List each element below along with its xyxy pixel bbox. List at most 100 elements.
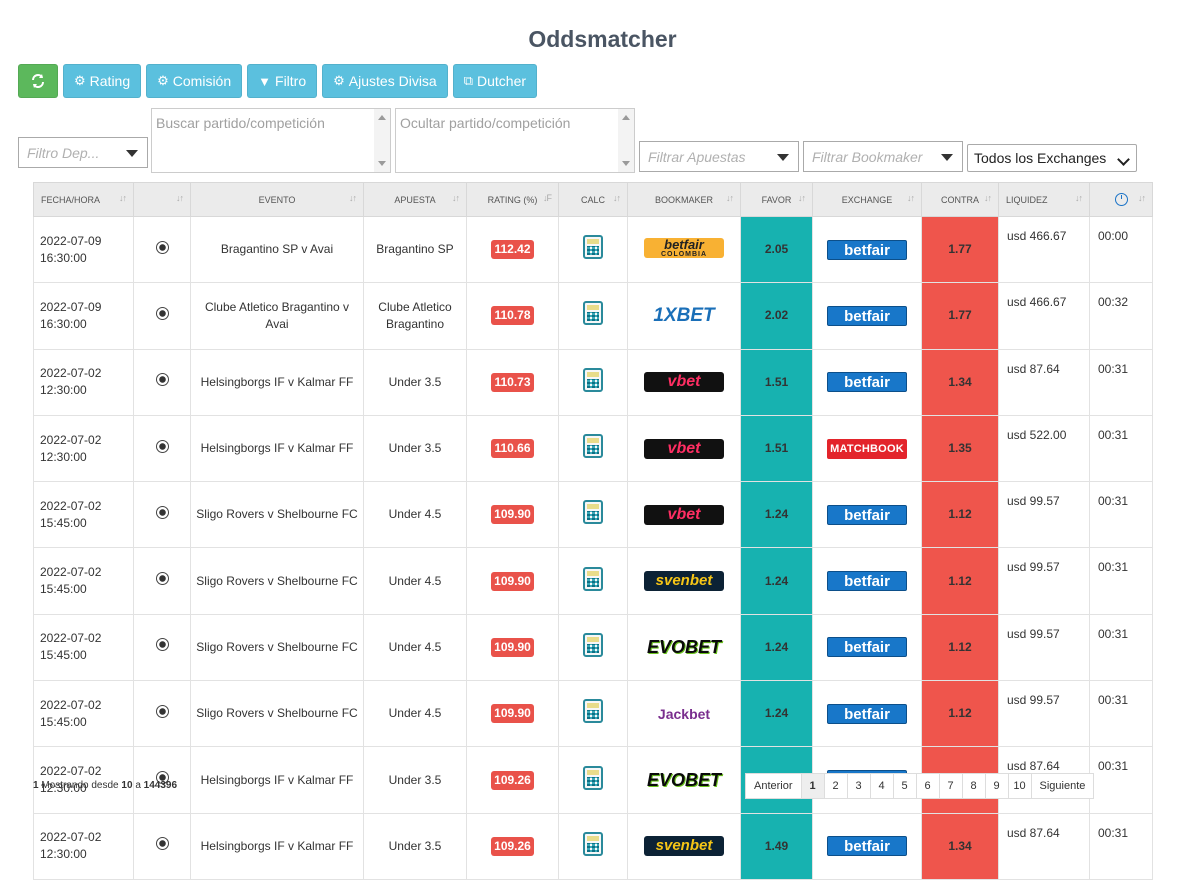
calculator-icon[interactable]	[583, 434, 603, 459]
exchange-logo[interactable]: betfair	[827, 504, 907, 525]
cell-bet: Under 3.5	[363, 348, 467, 416]
pagination-page[interactable]: 5	[892, 773, 917, 799]
cell-liquidez: usd 99.57	[998, 481, 1090, 549]
col-bookmaker[interactable]: BOOKMAKER ↓↑	[627, 182, 741, 217]
table-row[interactable]: 2022-07-02 15:45:00 Sligo Rovers v Shelbou…	[33, 547, 1153, 615]
total-count: 144396	[143, 780, 178, 791]
table-header-row: FECHA/HORA ↓↑ ↓↑ EVENTO ↓↑ APUESTA ↓↑ RATIN…	[33, 182, 1153, 217]
calculator-icon[interactable]	[583, 765, 603, 790]
rating-badge: 110.78	[491, 306, 534, 326]
chevron-down-icon	[1117, 153, 1130, 166]
calculator-icon[interactable]	[583, 500, 603, 525]
exchange-logo[interactable]: betfair	[827, 836, 907, 857]
pagination-page[interactable]: 9	[984, 773, 1009, 799]
calculator-icon[interactable]	[583, 632, 603, 657]
bookmaker-logo[interactable]: betfair COLOMBIA	[644, 238, 724, 259]
exchange-logo[interactable]: betfair	[827, 703, 907, 724]
table-row[interactable]: 2022-07-09 16:30:00 Bragantino SP v Avai Br…	[33, 215, 1153, 284]
calculator-icon[interactable]	[583, 831, 603, 856]
pagination-page[interactable]: 3	[846, 773, 871, 799]
cell-rating: 110.66	[466, 414, 559, 483]
pagination-page[interactable]: 7	[938, 773, 963, 799]
ajustes-divisa-button[interactable]: ⚙ Ajustes Divisa	[322, 64, 448, 98]
exchange-select[interactable]: Todos los Exchanges	[967, 144, 1137, 172]
pagination-page[interactable]: 6	[915, 773, 940, 799]
pagination-prev[interactable]: Anterior	[745, 773, 802, 799]
table-row[interactable]: 2022-07-09 16:30:00 Clube Atletico Bragant…	[33, 282, 1153, 350]
exchange-logo[interactable]: MATCHBOOK	[827, 438, 907, 459]
col-elapsed[interactable]: ↓↑	[1089, 182, 1153, 217]
table-row[interactable]: 2022-07-02 12:30:00 Helsingborgs IF v Kalm…	[33, 414, 1153, 483]
col-apuesta[interactable]: APUESTA ↓↑	[363, 182, 467, 217]
bet-filter-select[interactable]: Filtrar Apuestas	[639, 141, 799, 172]
cell-exchange: betfair	[812, 348, 922, 416]
search-match-textarea[interactable]: Buscar partido/competición	[151, 108, 391, 173]
exchange-logo[interactable]: betfair	[827, 239, 907, 260]
calculator-icon[interactable]	[583, 235, 603, 260]
comision-button[interactable]: ⚙ Comisión	[146, 64, 243, 98]
cell-calc	[558, 348, 628, 416]
bookmaker-logo[interactable]: vbet	[644, 438, 724, 459]
bookmaker-name: svenbet	[655, 837, 713, 855]
bookmaker-logo[interactable]: 1XBET	[644, 305, 724, 326]
rating-button[interactable]: ⚙ Rating	[63, 64, 142, 98]
sort-icon: ↓↑	[349, 193, 357, 203]
pagination-page[interactable]: 2	[823, 773, 848, 799]
calculator-icon[interactable]	[583, 699, 603, 724]
bookmaker-logo[interactable]: EVOBET	[644, 769, 724, 790]
dutcher-button[interactable]: ⧉ Dutcher	[452, 64, 538, 98]
bookmaker-logo[interactable]: EVOBET	[644, 636, 724, 657]
exchange-logo[interactable]: betfair	[827, 637, 907, 658]
calculator-icon[interactable]	[583, 566, 603, 591]
hide-match-textarea[interactable]: Ocultar partido/competición	[395, 108, 635, 173]
calculator-icon[interactable]	[583, 367, 603, 392]
cell-datetime: 2022-07-02 15:45:00	[33, 680, 134, 748]
col-sport[interactable]: ↓↑	[133, 182, 191, 217]
pagination-page[interactable]: 4	[869, 773, 894, 799]
col-calc[interactable]: CALC ↓↑	[558, 182, 628, 217]
calculator-icon[interactable]	[583, 301, 603, 326]
col-label: EXCHANGE	[841, 194, 893, 205]
exchange-logo[interactable]: betfair	[827, 305, 907, 326]
col-favor[interactable]: FAVOR ↓↑	[740, 182, 813, 217]
table-row[interactable]: 2022-07-02 15:45:00 Sligo Rovers v Shelbou…	[33, 481, 1153, 549]
cell-favor: 2.02	[740, 282, 813, 350]
date-text: 2022-07-02	[40, 432, 102, 447]
exchange-logo[interactable]: betfair	[827, 372, 907, 393]
col-rating[interactable]: RATING (%) ↓F	[466, 182, 559, 217]
bookmaker-logo[interactable]: vbet	[644, 504, 724, 525]
bookmaker-logo[interactable]: vbet	[644, 372, 724, 393]
rating-button-label: Rating	[89, 73, 131, 89]
bookmaker-logo[interactable]: Jackbet	[644, 703, 724, 724]
pagination-next[interactable]: Siguiente	[1030, 773, 1095, 799]
soccer-ball-icon	[155, 837, 169, 851]
textarea-scrollbar[interactable]	[374, 109, 390, 172]
bookmaker-logo[interactable]: svenbet	[644, 836, 724, 857]
bookmaker-name: vbet	[667, 439, 701, 457]
pagination-page[interactable]: 10	[1007, 773, 1032, 799]
rating-badge: 109.90	[491, 704, 534, 724]
table-row[interactable]: 2022-07-02 12:30:00 Helsingborgs IF v Kalm…	[33, 348, 1153, 416]
refresh-icon	[32, 74, 44, 88]
filtro-button[interactable]: ▼ Filtro	[247, 64, 318, 98]
bookmaker-logo[interactable]: svenbet	[644, 571, 724, 592]
soccer-ball-icon	[155, 439, 169, 453]
pagination-page[interactable]: 1	[800, 773, 825, 799]
col-fecha-hora[interactable]: FECHA/HORA ↓↑	[33, 182, 134, 217]
cell-favor: 1.24	[740, 481, 813, 549]
table-row[interactable]: 2022-07-02 12:30:00 Helsingborgs IF v Kalm…	[33, 812, 1153, 880]
exchange-logo[interactable]: betfair	[827, 571, 907, 592]
cell-exchange: betfair	[812, 481, 922, 549]
bookmaker-filter-select[interactable]: Filtrar Bookmaker	[803, 141, 963, 172]
pagination-page[interactable]: 8	[961, 773, 986, 799]
refresh-button[interactable]	[18, 64, 58, 98]
col-contra[interactable]: CONTRA ↓↑	[921, 182, 999, 217]
textarea-scrollbar[interactable]	[618, 109, 634, 172]
cell-rating: 109.90	[466, 481, 559, 549]
col-exchange[interactable]: EXCHANGE ↓↑	[812, 182, 922, 217]
col-liquidez[interactable]: LIQUIDEZ ↓↑	[998, 182, 1090, 217]
table-row[interactable]: 2022-07-02 15:45:00 Sligo Rovers v Shelbou…	[33, 680, 1153, 748]
table-row[interactable]: 2022-07-02 15:45:00 Sligo Rovers v Shelbou…	[33, 613, 1153, 682]
col-evento[interactable]: EVENTO ↓↑	[190, 182, 364, 217]
sport-filter-select[interactable]: Filtro Dep...	[18, 137, 148, 168]
